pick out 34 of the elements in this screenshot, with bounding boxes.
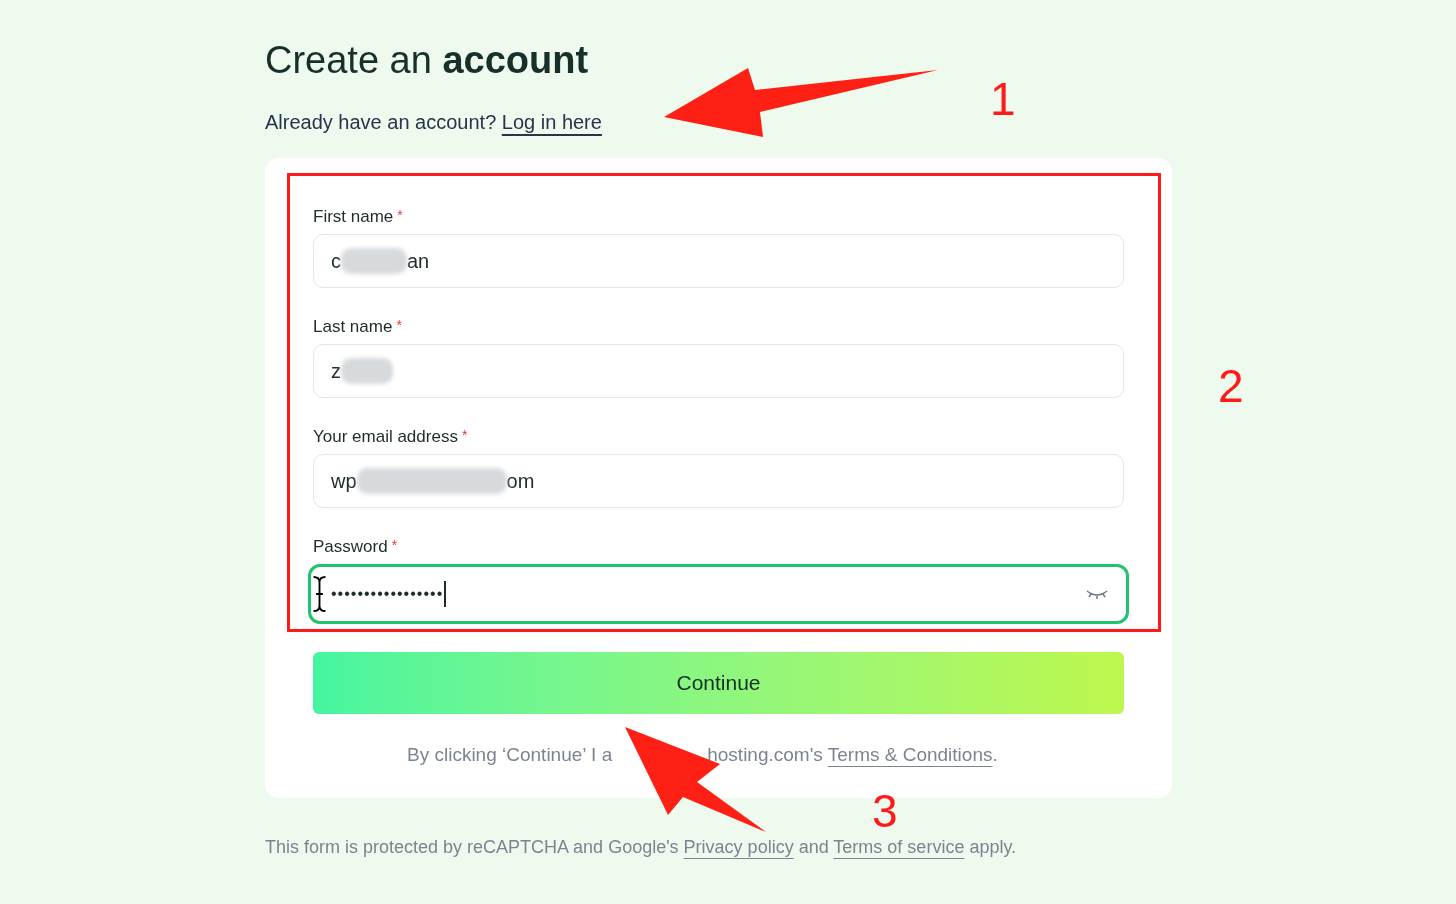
field-value: ••••••••••••••••• [331,584,444,604]
required-asterisk: * [396,316,402,335]
blurred-redaction [341,248,407,274]
blurred-redaction [341,358,393,384]
input-field[interactable]: wp om [313,454,1124,508]
annotation-number: 2 [1218,361,1244,411]
password-field[interactable]: ••••••••••••••••• [308,564,1129,624]
field-label: First name [313,206,394,228]
required-asterisk: * [397,206,403,225]
required-asterisk: * [391,536,398,555]
field-value: om [506,469,535,494]
field-value: c [331,249,341,274]
input-field[interactable]: z [313,344,1124,398]
field-value: an [407,249,430,274]
annotation-number: 3 [872,786,898,836]
terms-link[interactable]: Terms & Conditions [827,744,993,765]
text-caret [444,581,447,607]
input-field[interactable]: c an [313,234,1124,288]
annotation-number: 1 [990,74,1016,124]
field-label: Your email address [313,426,458,448]
field-value: z [331,359,341,384]
terms-note: By clicking ‘Continue’ I a hosting.com's Terms & Conditions. [406,743,999,767]
field-label: Password [313,536,388,558]
privacy-link[interactable]: Privacy policy [683,837,794,857]
login-prompt: Already have an account? Log in here [265,110,603,135]
continue-button[interactable]: Continue [313,652,1124,714]
field-label: Last name [313,316,393,338]
eye-closed-icon[interactable] [1086,588,1108,600]
page-title: Create an account [265,38,590,83]
terms-of-service-link[interactable]: Terms of service [833,837,965,857]
recaptcha-note: This form is protected by reCAPTCHA and Google's Privacy policy and Terms of service apply. [265,836,1018,859]
field-value: wp [331,469,357,494]
required-asterisk: * [461,426,468,445]
login-link[interactable]: Log in here [501,111,602,133]
